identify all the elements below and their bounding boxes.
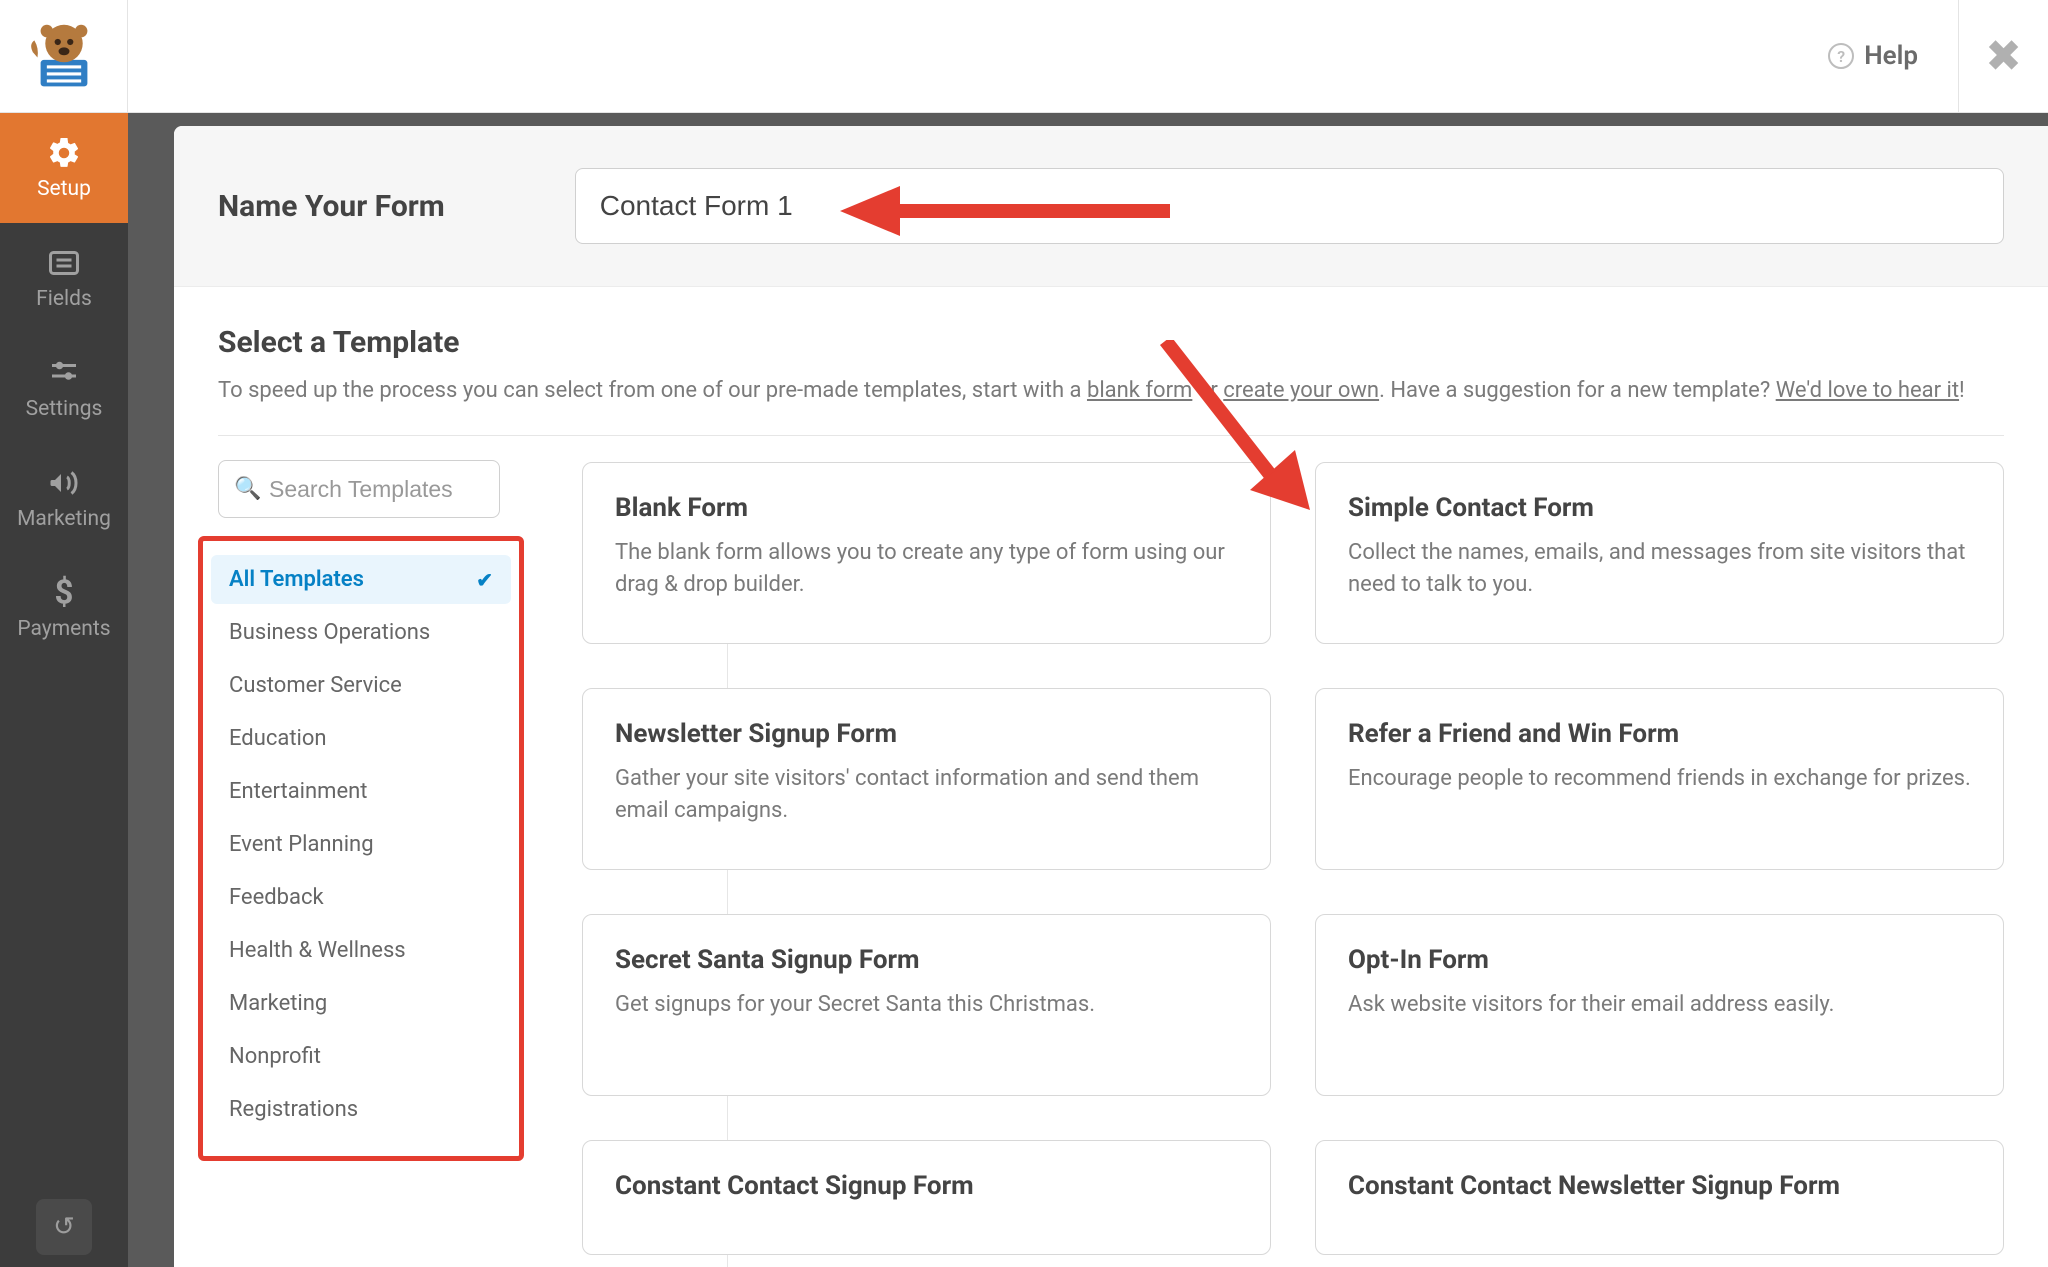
card-title: Constant Contact Newsletter Signup Form bbox=[1348, 1171, 1971, 1201]
card-title: Constant Contact Signup Form bbox=[615, 1171, 1238, 1201]
template-card-newsletter-signup[interactable]: Newsletter Signup Form Gather your site … bbox=[582, 688, 1271, 870]
card-desc: Ask website visitors for their email add… bbox=[1348, 989, 1971, 1021]
topbar: ? Help ✖ bbox=[0, 0, 2048, 113]
card-desc: Gather your site visitors' contact infor… bbox=[615, 763, 1238, 827]
category-label: Registrations bbox=[229, 1097, 358, 1122]
category-health-wellness[interactable]: Health & Wellness bbox=[211, 926, 511, 975]
card-desc: The blank form allows you to create any … bbox=[615, 537, 1238, 601]
category-label: Entertainment bbox=[229, 779, 367, 804]
search-icon: 🔍 bbox=[234, 477, 261, 502]
card-title: Blank Form bbox=[615, 493, 1238, 523]
sidebar-item-label: Settings bbox=[26, 397, 103, 421]
close-button[interactable]: ✖ bbox=[1958, 0, 2048, 113]
sidebar: Setup Fields Settings Marketing $ Paymen… bbox=[0, 113, 128, 1267]
wpforms-logo-icon bbox=[25, 17, 103, 95]
card-title: Secret Santa Signup Form bbox=[615, 945, 1238, 975]
fields-icon bbox=[46, 245, 82, 281]
help-label: Help bbox=[1864, 41, 1918, 71]
sidebar-item-marketing[interactable]: Marketing bbox=[0, 443, 128, 553]
category-nonprofit[interactable]: Nonprofit bbox=[211, 1032, 511, 1081]
category-business-operations[interactable]: Business Operations bbox=[211, 608, 511, 657]
main-panel: Name Your Form Select a Template To spee… bbox=[174, 126, 2048, 1267]
category-label: Health & Wellness bbox=[229, 938, 406, 963]
dollar-icon: $ bbox=[46, 575, 82, 611]
logo[interactable] bbox=[0, 0, 128, 113]
category-marketing[interactable]: Marketing bbox=[211, 979, 511, 1028]
sidebar-item-settings[interactable]: Settings bbox=[0, 333, 128, 443]
category-label: Feedback bbox=[229, 885, 324, 910]
category-label: Event Planning bbox=[229, 832, 374, 857]
card-title: Simple Contact Form bbox=[1348, 493, 1971, 523]
category-list: All Templates ✔ Business Operations Cust… bbox=[198, 536, 524, 1161]
form-name-input[interactable] bbox=[575, 168, 2004, 244]
category-event-planning[interactable]: Event Planning bbox=[211, 820, 511, 869]
template-title: Select a Template bbox=[218, 325, 2004, 360]
blank-form-link[interactable]: blank form bbox=[1087, 378, 1192, 403]
template-description: To speed up the process you can select f… bbox=[218, 374, 2004, 407]
create-own-link[interactable]: create your own bbox=[1223, 378, 1379, 403]
category-label: Business Operations bbox=[229, 620, 430, 645]
template-card-refer-friend[interactable]: Refer a Friend and Win Form Encourage pe… bbox=[1315, 688, 2004, 870]
name-form-row: Name Your Form bbox=[174, 126, 2048, 287]
help-icon: ? bbox=[1828, 43, 1854, 69]
sidebar-item-fields[interactable]: Fields bbox=[0, 223, 128, 333]
category-customer-service[interactable]: Customer Service bbox=[211, 661, 511, 710]
template-card-opt-in[interactable]: Opt-In Form Ask website visitors for the… bbox=[1315, 914, 2004, 1096]
category-label: Customer Service bbox=[229, 673, 402, 698]
category-column: 🔍 All Templates ✔ Business Operations Cu… bbox=[218, 460, 538, 1255]
template-card-constant-contact-signup[interactable]: Constant Contact Signup Form bbox=[582, 1140, 1271, 1255]
sliders-icon bbox=[46, 355, 82, 391]
card-desc: Encourage people to recommend friends in… bbox=[1348, 763, 1971, 795]
category-label: All Templates bbox=[229, 567, 364, 592]
template-card-blank-form[interactable]: Blank Form The blank form allows you to … bbox=[582, 462, 1271, 644]
category-feedback[interactable]: Feedback bbox=[211, 873, 511, 922]
history-icon: ↺ bbox=[53, 1212, 75, 1242]
check-icon: ✔ bbox=[476, 568, 493, 592]
sidebar-item-label: Payments bbox=[17, 617, 110, 641]
template-card-constant-contact-newsletter[interactable]: Constant Contact Newsletter Signup Form bbox=[1315, 1140, 2004, 1255]
template-header: Select a Template To speed up the proces… bbox=[174, 287, 2048, 435]
category-label: Nonprofit bbox=[229, 1044, 321, 1069]
template-card-simple-contact[interactable]: Simple Contact Form Collect the names, e… bbox=[1315, 462, 2004, 644]
close-icon: ✖ bbox=[1985, 30, 2022, 82]
suggest-link[interactable]: We'd love to hear it bbox=[1776, 378, 1959, 403]
template-grid: Blank Form The blank form allows you to … bbox=[582, 460, 2004, 1255]
svg-text:$: $ bbox=[55, 575, 74, 611]
card-title: Newsletter Signup Form bbox=[615, 719, 1238, 749]
sidebar-item-label: Setup bbox=[37, 177, 91, 201]
name-form-label: Name Your Form bbox=[218, 189, 445, 224]
sidebar-item-label: Fields bbox=[36, 287, 92, 311]
card-title: Opt-In Form bbox=[1348, 945, 1971, 975]
gear-icon bbox=[46, 135, 82, 171]
category-label: Education bbox=[229, 726, 327, 751]
bullhorn-icon bbox=[46, 465, 82, 501]
card-desc: Collect the names, emails, and messages … bbox=[1348, 537, 1971, 601]
sidebar-item-label: Marketing bbox=[17, 507, 111, 531]
card-title: Refer a Friend and Win Form bbox=[1348, 719, 1971, 749]
sidebar-item-setup[interactable]: Setup bbox=[0, 113, 128, 223]
category-all-templates[interactable]: All Templates ✔ bbox=[211, 555, 511, 604]
help-button[interactable]: ? Help bbox=[1828, 41, 1918, 71]
sidebar-item-payments[interactable]: $ Payments bbox=[0, 553, 128, 663]
category-entertainment[interactable]: Entertainment bbox=[211, 767, 511, 816]
category-label: Marketing bbox=[229, 991, 327, 1016]
template-card-secret-santa[interactable]: Secret Santa Signup Form Get signups for… bbox=[582, 914, 1271, 1096]
category-registrations[interactable]: Registrations bbox=[211, 1085, 511, 1134]
history-button[interactable]: ↺ bbox=[36, 1199, 92, 1255]
card-desc: Get signups for your Secret Santa this C… bbox=[615, 989, 1238, 1021]
category-education[interactable]: Education bbox=[211, 714, 511, 763]
